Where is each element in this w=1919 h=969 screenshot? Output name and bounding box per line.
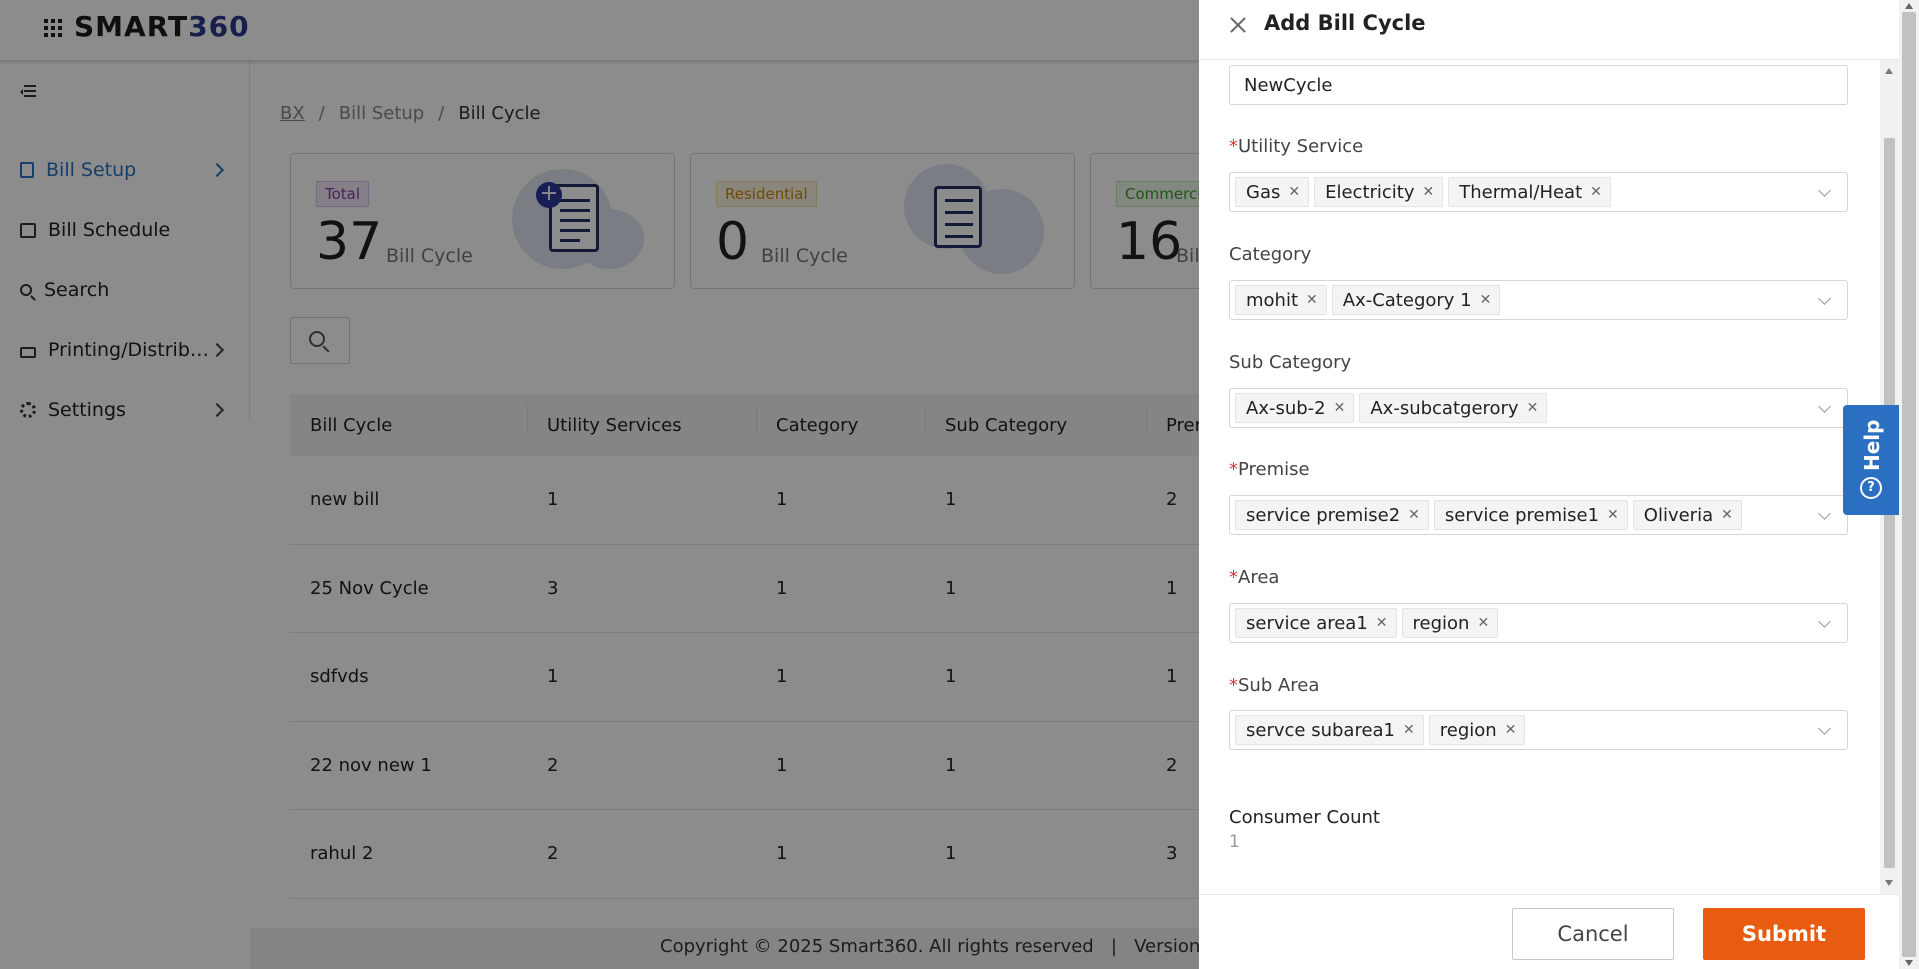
chevron-down-icon [1818,615,1831,628]
utility-service-select[interactable]: Gas ✕ Electricity ✕ Thermal/Heat ✕ [1229,172,1848,212]
utility-service-label: *Utility Service [1229,136,1364,157]
help-question-icon: ? [1860,477,1882,499]
area-select[interactable]: service area1 ✕ region ✕ [1229,603,1848,643]
cancel-button[interactable]: Cancel [1512,908,1674,960]
selected-tag: service premise2 ✕ [1235,500,1429,530]
remove-tag-icon[interactable]: ✕ [1590,184,1602,200]
selected-tag: Ax-Category 1 ✕ [1331,285,1501,315]
selected-tag: Thermal/Heat ✕ [1448,177,1611,207]
selected-tag: service premise1 ✕ [1433,500,1628,530]
help-label: Help [1860,419,1884,471]
drawer-footer: Cancel Submit [1199,894,1899,969]
scroll-down-icon[interactable] [1885,880,1893,886]
remove-tag-icon[interactable]: ✕ [1423,184,1435,200]
remove-tag-icon[interactable]: ✕ [1721,507,1733,523]
chevron-down-icon [1818,722,1831,735]
consumer-count-label: Consumer Count [1229,807,1380,828]
selected-tag: Electricity ✕ [1314,177,1444,207]
selected-tag: servce subarea1 ✕ [1235,715,1424,745]
chevron-down-icon [1818,400,1831,413]
add-bill-cycle-drawer: Add Bill Cycle NewCycle *Utility Service… [1199,0,1899,969]
category-label: Category [1229,244,1312,265]
remove-tag-icon[interactable]: ✕ [1477,615,1489,631]
modal-backdrop[interactable] [0,0,1200,969]
remove-tag-icon[interactable]: ✕ [1403,722,1415,738]
remove-tag-icon[interactable]: ✕ [1334,400,1346,416]
remove-tag-icon[interactable]: ✕ [1288,184,1300,200]
sub-area-select[interactable]: servce subarea1 ✕ region ✕ [1229,710,1848,750]
scroll-thumb[interactable] [1902,12,1916,957]
remove-tag-icon[interactable]: ✕ [1607,507,1619,523]
selected-tag: Ax-subcatgerory ✕ [1359,393,1548,423]
window-scrollbar[interactable] [1899,0,1919,969]
remove-tag-icon[interactable]: ✕ [1408,507,1420,523]
premise-label: *Premise [1229,459,1310,480]
selected-tag: region ✕ [1428,715,1526,745]
help-tab[interactable]: Help ? [1843,405,1899,515]
bill-cycle-name-input[interactable]: NewCycle [1229,65,1848,105]
submit-button[interactable]: Submit [1703,908,1865,960]
area-label: *Area [1229,567,1280,588]
chevron-down-icon [1818,292,1831,305]
scroll-down-icon[interactable] [1905,960,1913,966]
consumer-count-value: 1 [1229,832,1240,852]
close-icon[interactable] [1229,16,1247,34]
category-select[interactable]: mohit ✕ Ax-Category 1 ✕ [1229,280,1848,320]
sub-category-label: Sub Category [1229,352,1352,373]
chevron-down-icon [1818,507,1831,520]
scroll-up-icon[interactable] [1885,68,1893,74]
drawer-title: Add Bill Cycle [1264,11,1426,35]
selected-tag: mohit ✕ [1235,285,1327,315]
drawer-header: Add Bill Cycle [1199,0,1899,60]
sub-area-label: *Sub Area [1229,675,1320,696]
sub-category-select[interactable]: Ax-sub-2 ✕ Ax-subcatgerory ✕ [1229,388,1848,428]
selected-tag: service area1 ✕ [1235,608,1397,638]
remove-tag-icon[interactable]: ✕ [1376,615,1388,631]
remove-tag-icon[interactable]: ✕ [1527,400,1539,416]
selected-tag: region ✕ [1401,608,1499,638]
chevron-down-icon [1818,184,1831,197]
scroll-up-icon[interactable] [1905,3,1913,9]
premise-select[interactable]: service premise2 ✕ service premise1 ✕ Oliv… [1229,495,1848,535]
selected-tag: Gas ✕ [1235,177,1310,207]
remove-tag-icon[interactable]: ✕ [1306,292,1318,308]
selected-tag: Oliveria ✕ [1632,500,1742,530]
remove-tag-icon[interactable]: ✕ [1480,292,1492,308]
remove-tag-icon[interactable]: ✕ [1505,722,1517,738]
selected-tag: Ax-sub-2 ✕ [1235,393,1355,423]
